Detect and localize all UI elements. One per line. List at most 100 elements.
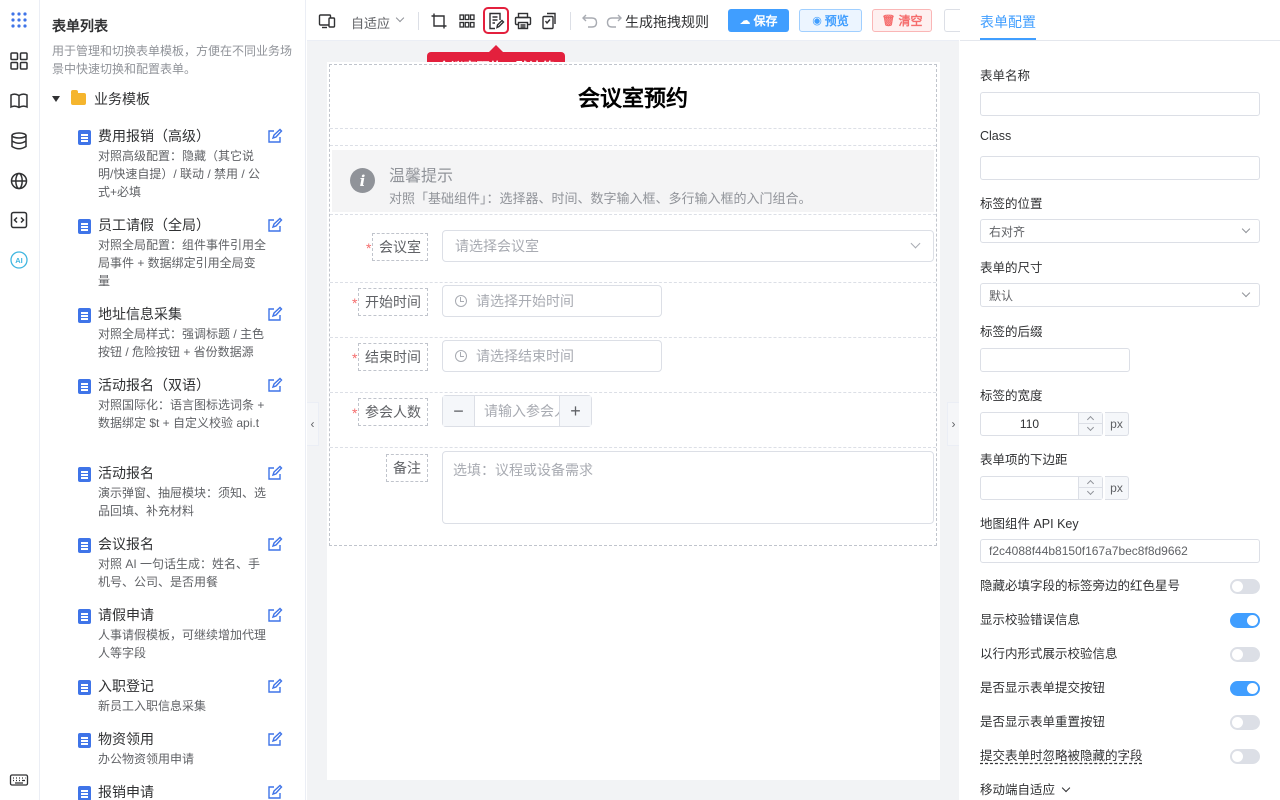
keyboard-icon[interactable] (8, 769, 30, 791)
edit-icon[interactable] (267, 784, 283, 800)
template-name: 活动报名（双语） (98, 377, 210, 393)
end-time-picker[interactable]: 请选择结束时间 (442, 340, 662, 372)
edit-icon[interactable] (267, 465, 283, 481)
form-size-select[interactable]: 默认 (980, 283, 1260, 307)
form-name-input[interactable] (980, 92, 1260, 116)
edit-icon[interactable] (267, 377, 283, 393)
spinner-arrows-icon[interactable] (1078, 413, 1102, 435)
label-position-select[interactable]: 右对齐 (980, 219, 1260, 243)
caret-down-icon (52, 96, 60, 102)
form-list-description: 用于管理和切换表单模板，方便在不同业务场景中快速切换和配置表单。 (52, 44, 293, 76)
collapse-left-button[interactable]: ‹ (307, 402, 319, 446)
save-button[interactable]: ☁ 保存 (728, 9, 789, 32)
edit-icon[interactable] (267, 306, 283, 322)
form-item-remark[interactable]: 备注 选填：议程或设备需求 (330, 448, 936, 545)
toggle-ignore-hidden[interactable] (1230, 749, 1260, 764)
room-select[interactable]: 请选择会议室 (442, 230, 934, 262)
attendees-stepper[interactable]: − 请输入参会人数 + (442, 395, 592, 427)
form-item-attendees[interactable]: * 参会人数 − 请输入参会人数 + (330, 393, 936, 448)
document-icon (78, 733, 91, 748)
form-size-label: 表单的尺寸 (980, 261, 1043, 275)
template-description: 对照国际化：语言图标选词条 + 数据绑定 $t + 自定义校验 api.t (98, 398, 265, 430)
toggle-hide-asterisk[interactable] (1230, 579, 1260, 594)
chevron-down-icon (1241, 224, 1251, 234)
start-time-picker[interactable]: 请选择开始时间 (442, 285, 662, 317)
form-canvas: 会议室预约 i 温馨提示 对照「基础组件」：选择器、时间、数字输入框、多行输入框… (327, 62, 940, 780)
ai-icon[interactable]: AI (8, 249, 30, 271)
label-width-input[interactable]: 110 (980, 412, 1103, 436)
document-icon (78, 538, 91, 553)
class-label: Class (980, 129, 1012, 143)
template-description: 对照全局配置：组件事件引用全局事件 + 数据绑定引用全局变量 (98, 238, 267, 288)
generate-rules-button[interactable]: 生成拖拽规则 (625, 12, 709, 32)
alert-description: 对照「基础组件」：选择器、时间、数字输入框、多行输入框的入门组合。 (389, 191, 812, 206)
apps-grid-icon[interactable] (8, 9, 30, 31)
components-icon[interactable] (8, 50, 30, 72)
undo-icon[interactable] (580, 11, 600, 31)
print-icon[interactable] (513, 11, 533, 31)
toggle-show-submit[interactable] (1230, 681, 1260, 696)
required-asterisk: * (352, 350, 358, 366)
tab-active-bar (980, 38, 1036, 40)
toggle-inline-message[interactable] (1230, 647, 1260, 662)
class-input[interactable] (980, 156, 1260, 180)
template-name: 报销申请 (98, 784, 154, 800)
plus-icon[interactable]: + (559, 396, 591, 426)
data-icon[interactable] (540, 11, 560, 31)
remark-textarea[interactable]: 选填：议程或设备需求 (442, 451, 934, 524)
template-description: 新员工入职信息采集 (98, 699, 207, 713)
mobile-adapt-dropdown[interactable]: 移动端自适应 (980, 779, 1070, 798)
label-position-label: 标签的位置 (980, 197, 1043, 211)
edit-icon[interactable] (267, 607, 283, 623)
globe-icon[interactable] (8, 170, 30, 192)
map-key-input[interactable]: f2c4088f44b8150f167a7bec8f8d9662 (980, 539, 1260, 563)
form-item-start-time[interactable]: * 开始时间 请选择开始时间 (330, 283, 936, 338)
attendees-placeholder[interactable]: 请输入参会人数 (475, 396, 559, 426)
database-icon[interactable] (8, 130, 30, 152)
template-name: 请假申请 (98, 607, 154, 623)
tab-form-config[interactable]: 表单配置 (980, 12, 1036, 32)
crop-icon[interactable] (429, 11, 449, 31)
toggle-show-reset[interactable] (1230, 715, 1260, 730)
required-asterisk: * (352, 295, 358, 311)
collapse-right-button[interactable]: › (947, 402, 959, 446)
template-description: 人事请假模板，可继续增加代理人等字段 (98, 628, 267, 660)
more-button[interactable] (944, 9, 961, 32)
template-name: 入职登记 (98, 678, 154, 694)
px-unit: px (1105, 412, 1129, 436)
alert-block[interactable]: i 温馨提示 对照「基础组件」：选择器、时间、数字输入框、多行输入框的入门组合。 (330, 145, 936, 215)
preview-button[interactable]: ◉ 预览 (799, 9, 862, 32)
edit-icon[interactable] (267, 128, 283, 144)
spinner-arrows-icon[interactable] (1078, 477, 1102, 499)
grid-icon[interactable] (457, 11, 477, 31)
minus-icon[interactable]: − (443, 396, 475, 426)
document-icon (78, 467, 91, 482)
device-icon[interactable] (317, 11, 337, 31)
map-key-label: 地图组件 API Key (980, 517, 1079, 531)
form-item-room[interactable]: * 会议室 请选择会议室 (330, 228, 936, 283)
label-suffix-input[interactable] (980, 348, 1130, 372)
item-margin-input[interactable] (980, 476, 1103, 500)
label-width-label: 标签的宽度 (980, 389, 1043, 403)
toggle-show-error[interactable] (1230, 613, 1260, 628)
redo-icon[interactable] (604, 11, 624, 31)
form-drop-area[interactable]: 会议室预约 i 温馨提示 对照「基础组件」：选择器、时间、数字输入框、多行输入框… (329, 64, 937, 546)
edit-icon[interactable] (267, 731, 283, 747)
px-unit: px (1105, 476, 1129, 500)
code-icon[interactable] (8, 209, 30, 231)
preview-label: 预览 (824, 14, 849, 28)
form-item-end-time[interactable]: * 结束时间 请选择结束时间 (330, 338, 936, 393)
folder-label: 业务模板 (94, 91, 150, 107)
folder-business-templates[interactable]: 业务模板 (52, 89, 150, 109)
clear-button[interactable]: 🗑 清空 (872, 9, 932, 32)
start-time-placeholder: 请选择开始时间 (476, 293, 574, 309)
book-icon[interactable] (8, 90, 30, 112)
template-name: 费用报销（高级） (98, 128, 210, 144)
edit-icon[interactable] (267, 217, 283, 233)
edit-icon[interactable] (267, 678, 283, 694)
folder-icon (71, 90, 86, 105)
edit-icon[interactable] (267, 536, 283, 552)
field-label: 开始时间 (358, 288, 428, 316)
adapt-select[interactable]: 自适应 (351, 13, 390, 32)
end-time-placeholder: 请选择结束时间 (476, 348, 574, 364)
